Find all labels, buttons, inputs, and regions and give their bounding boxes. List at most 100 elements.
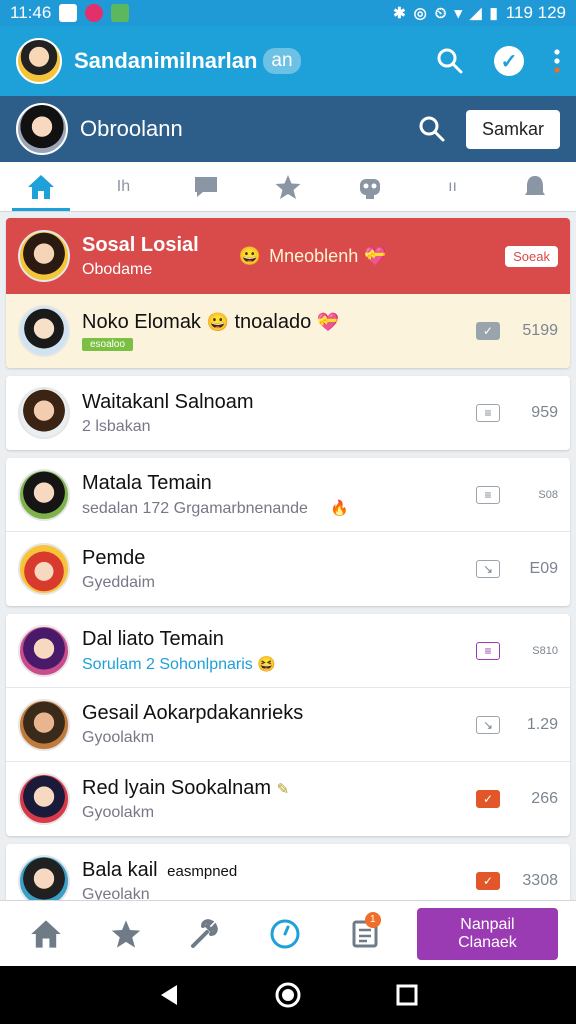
verified-check-icon[interactable]: ✓ bbox=[494, 46, 524, 76]
sub-header-title: Obroolann bbox=[80, 116, 183, 141]
avatar bbox=[18, 773, 70, 825]
app-avatar[interactable] bbox=[16, 38, 62, 84]
list-group: Dal liato Temain Sorulam 2 Sohonlpnaris … bbox=[6, 614, 570, 836]
home-icon bbox=[28, 174, 55, 199]
list-item-count: 266 bbox=[531, 790, 558, 807]
avatar bbox=[18, 468, 70, 521]
featured-name: Sosal Losial bbox=[82, 233, 199, 256]
list-item-name: Noko Elomak 😀 tnoalado 💝 bbox=[82, 311, 468, 334]
profile-avatar[interactable] bbox=[16, 103, 68, 155]
nav-tools[interactable] bbox=[178, 918, 234, 950]
list-item[interactable]: Dal liato Temain Sorulam 2 Sohonlpnaris … bbox=[6, 614, 570, 688]
nav-notes[interactable]: 1 bbox=[337, 911, 393, 950]
cta-button[interactable]: Nanpail Clanaek bbox=[416, 907, 558, 960]
reply-icon[interactable]: ↘ bbox=[476, 560, 500, 578]
list-item-name: Red lyain Sookalnam ✎ bbox=[82, 777, 468, 800]
list-item-name-text: Noko Elomak bbox=[82, 310, 201, 333]
status-badge: esoaloo bbox=[82, 337, 134, 351]
list-item[interactable]: Pemde Gyeddaim ↘ E09 bbox=[6, 532, 570, 606]
tab-chat[interactable] bbox=[165, 162, 247, 211]
avatar bbox=[18, 543, 70, 595]
checkbox-icon[interactable]: ✓ bbox=[476, 790, 500, 808]
list-item-count: E09 bbox=[529, 560, 558, 577]
tab-robot[interactable] bbox=[329, 162, 411, 211]
list-item-sub: Gyeolakn bbox=[82, 885, 150, 901]
pencil-icon: ✎ bbox=[276, 780, 290, 798]
reply-icon[interactable]: ↘ bbox=[476, 715, 500, 734]
featured-row[interactable]: Sosal Losial Obodame 😀 Mneoblenh 💝 Soeak bbox=[6, 218, 570, 294]
list-item[interactable]: Waitakanl Salnoam 2 lsbakan ≡ 959 bbox=[6, 376, 570, 450]
message-icon[interactable]: ≡ bbox=[476, 404, 500, 422]
tools-icon bbox=[191, 918, 219, 948]
star-icon bbox=[275, 174, 301, 199]
list-group: Sosal Losial Obodame 😀 Mneoblenh 💝 Soeak… bbox=[6, 218, 570, 368]
featured-button[interactable]: Soeak bbox=[505, 245, 558, 267]
list-item-name: Gesail Aokarpdakanrieks bbox=[82, 702, 304, 724]
list-item-name: Matala Temain bbox=[82, 471, 212, 494]
avatar bbox=[18, 305, 70, 357]
list-item[interactable]: Matala Temain sedalan 172 Grgamarbnenand… bbox=[6, 458, 570, 532]
alarm-icon: ◎ bbox=[413, 5, 427, 22]
nav-home[interactable] bbox=[18, 918, 74, 950]
list-item-sub: Gyeddaim bbox=[82, 573, 155, 591]
list-group: Bala kail easmpned Gyeolakn ✓ 3308 bbox=[6, 844, 570, 900]
compass-icon bbox=[270, 919, 300, 948]
avatar bbox=[18, 698, 70, 751]
list-item-sub: sedalan 172 Grgamarbnenande 🔥 bbox=[82, 499, 468, 518]
tab-text-label: Ih bbox=[116, 177, 131, 195]
tab-dots-label: ıı bbox=[448, 177, 457, 195]
list-item-count: 1.29 bbox=[526, 715, 558, 733]
list-item-name-suffix: easmpned bbox=[167, 862, 238, 880]
checkbox-icon[interactable]: ✓ bbox=[476, 872, 500, 890]
home-circle-icon[interactable] bbox=[274, 981, 302, 1009]
recents-icon[interactable] bbox=[395, 983, 419, 1007]
chat-list: Sosal Losial Obodame 😀 Mneoblenh 💝 Soeak… bbox=[0, 214, 576, 900]
message-icon[interactable]: ≡ bbox=[476, 485, 500, 504]
list-item-name-text: Bala kail bbox=[82, 858, 158, 881]
tab-home[interactable] bbox=[0, 162, 82, 211]
more-vert-icon[interactable] bbox=[554, 49, 560, 73]
sub-header: Obroolann Samkar bbox=[0, 96, 576, 162]
bluetooth-icon: ✱ bbox=[393, 5, 406, 22]
featured-sub: Obodame bbox=[82, 260, 153, 278]
list-item-name-text: Red lyain Sookalnam bbox=[82, 776, 271, 799]
list-item-name: Bala kail easmpned bbox=[82, 859, 468, 882]
message-icon[interactable]: ≡ bbox=[476, 641, 500, 660]
tab-text[interactable]: Ih bbox=[82, 162, 164, 211]
bell-icon bbox=[524, 175, 545, 195]
list-item-sub: Gyoolakm bbox=[82, 729, 155, 746]
search-icon[interactable] bbox=[418, 115, 446, 143]
list-item-count: 959 bbox=[531, 404, 558, 421]
gallery-icon bbox=[111, 4, 130, 22]
heart-emoji-icon: 💝 bbox=[316, 311, 340, 332]
back-icon[interactable] bbox=[157, 983, 181, 1007]
list-item-count: 3308 bbox=[522, 872, 558, 889]
home-icon bbox=[31, 919, 61, 948]
list-item[interactable]: Gesail Aokarpdakanrieks Gyoolakm ↘ 1.29 bbox=[6, 688, 570, 762]
list-item[interactable]: Bala kail easmpned Gyeolakn ✓ 3308 bbox=[6, 844, 570, 900]
list-item-sub-text: Sorulam 2 Sohonlpnaris bbox=[82, 655, 253, 673]
mail-icon[interactable]: ✓ bbox=[476, 322, 500, 340]
search-icon[interactable] bbox=[436, 47, 464, 75]
nav-star[interactable] bbox=[98, 918, 154, 950]
smile-emoji-icon: 😀 bbox=[206, 311, 229, 332]
tab-star[interactable] bbox=[247, 162, 329, 211]
tab-dots[interactable]: ıı bbox=[411, 162, 493, 211]
featured-middle: Mneoblenh bbox=[269, 245, 359, 266]
star-icon bbox=[111, 919, 140, 948]
list-item-count: S810 bbox=[532, 644, 558, 657]
list-item-sub-text: sedalan 172 Grgamarbnenande bbox=[82, 499, 308, 517]
list-item[interactable]: Red lyain Sookalnam ✎ Gyoolakm ✓ 266 bbox=[6, 762, 570, 836]
list-item-sub: Sorulam 2 Sohonlpnaris 😆 bbox=[82, 655, 468, 674]
nav-compass[interactable] bbox=[257, 918, 313, 950]
list-item-name-suffix: tnoalado bbox=[234, 310, 312, 333]
signal-icon: ◢ bbox=[469, 5, 482, 22]
tab-bell[interactable] bbox=[494, 162, 576, 211]
system-nav-bar bbox=[0, 966, 576, 1024]
bottom-nav: 1 Nanpail Clanaek bbox=[0, 900, 576, 966]
list-item[interactable]: Noko Elomak 😀 tnoalado 💝 esoaloo ✓ 5199 bbox=[6, 294, 570, 368]
sub-header-button[interactable]: Samkar bbox=[465, 109, 560, 149]
list-group: Matala Temain sedalan 172 Grgamarbnenand… bbox=[6, 458, 570, 606]
avatar bbox=[18, 387, 70, 439]
list-item-sub: Gyoolakm bbox=[82, 803, 155, 821]
